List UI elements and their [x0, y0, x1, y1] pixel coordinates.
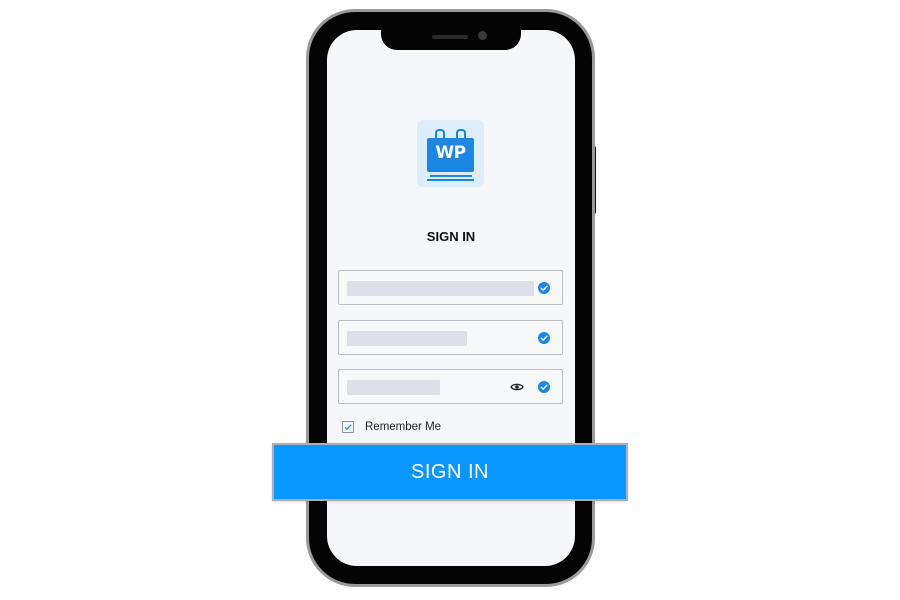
- checkmark-icon: [344, 424, 352, 431]
- phone-notch: [381, 28, 521, 50]
- page-title: SIGN IN: [426, 229, 476, 244]
- check-circle-icon: [538, 332, 550, 344]
- sign-in-button[interactable]: SIGN IN: [272, 443, 628, 501]
- username-placeholder-bar: [347, 281, 534, 296]
- email-field[interactable]: [338, 320, 563, 355]
- eye-icon[interactable]: [510, 381, 524, 393]
- calendar-logo-underline: [430, 175, 472, 177]
- phone-speaker: [432, 35, 468, 39]
- remember-me-label: Remember Me: [365, 421, 442, 433]
- remember-me-row[interactable]: Remember Me: [342, 419, 441, 435]
- email-placeholder-bar: [347, 331, 467, 346]
- password-placeholder-bar: [347, 380, 440, 395]
- check-circle-icon: [538, 282, 550, 294]
- stage: WP SIGN IN Remember Me SIGN IN: [0, 0, 900, 600]
- check-circle-icon: [538, 381, 550, 393]
- username-field[interactable]: [338, 270, 563, 305]
- password-field[interactable]: [338, 369, 563, 404]
- remember-me-checkbox[interactable]: [342, 421, 354, 433]
- phone-camera: [478, 31, 487, 40]
- app-logo-text: WP: [435, 143, 466, 163]
- calendar-logo-underline: [427, 179, 474, 181]
